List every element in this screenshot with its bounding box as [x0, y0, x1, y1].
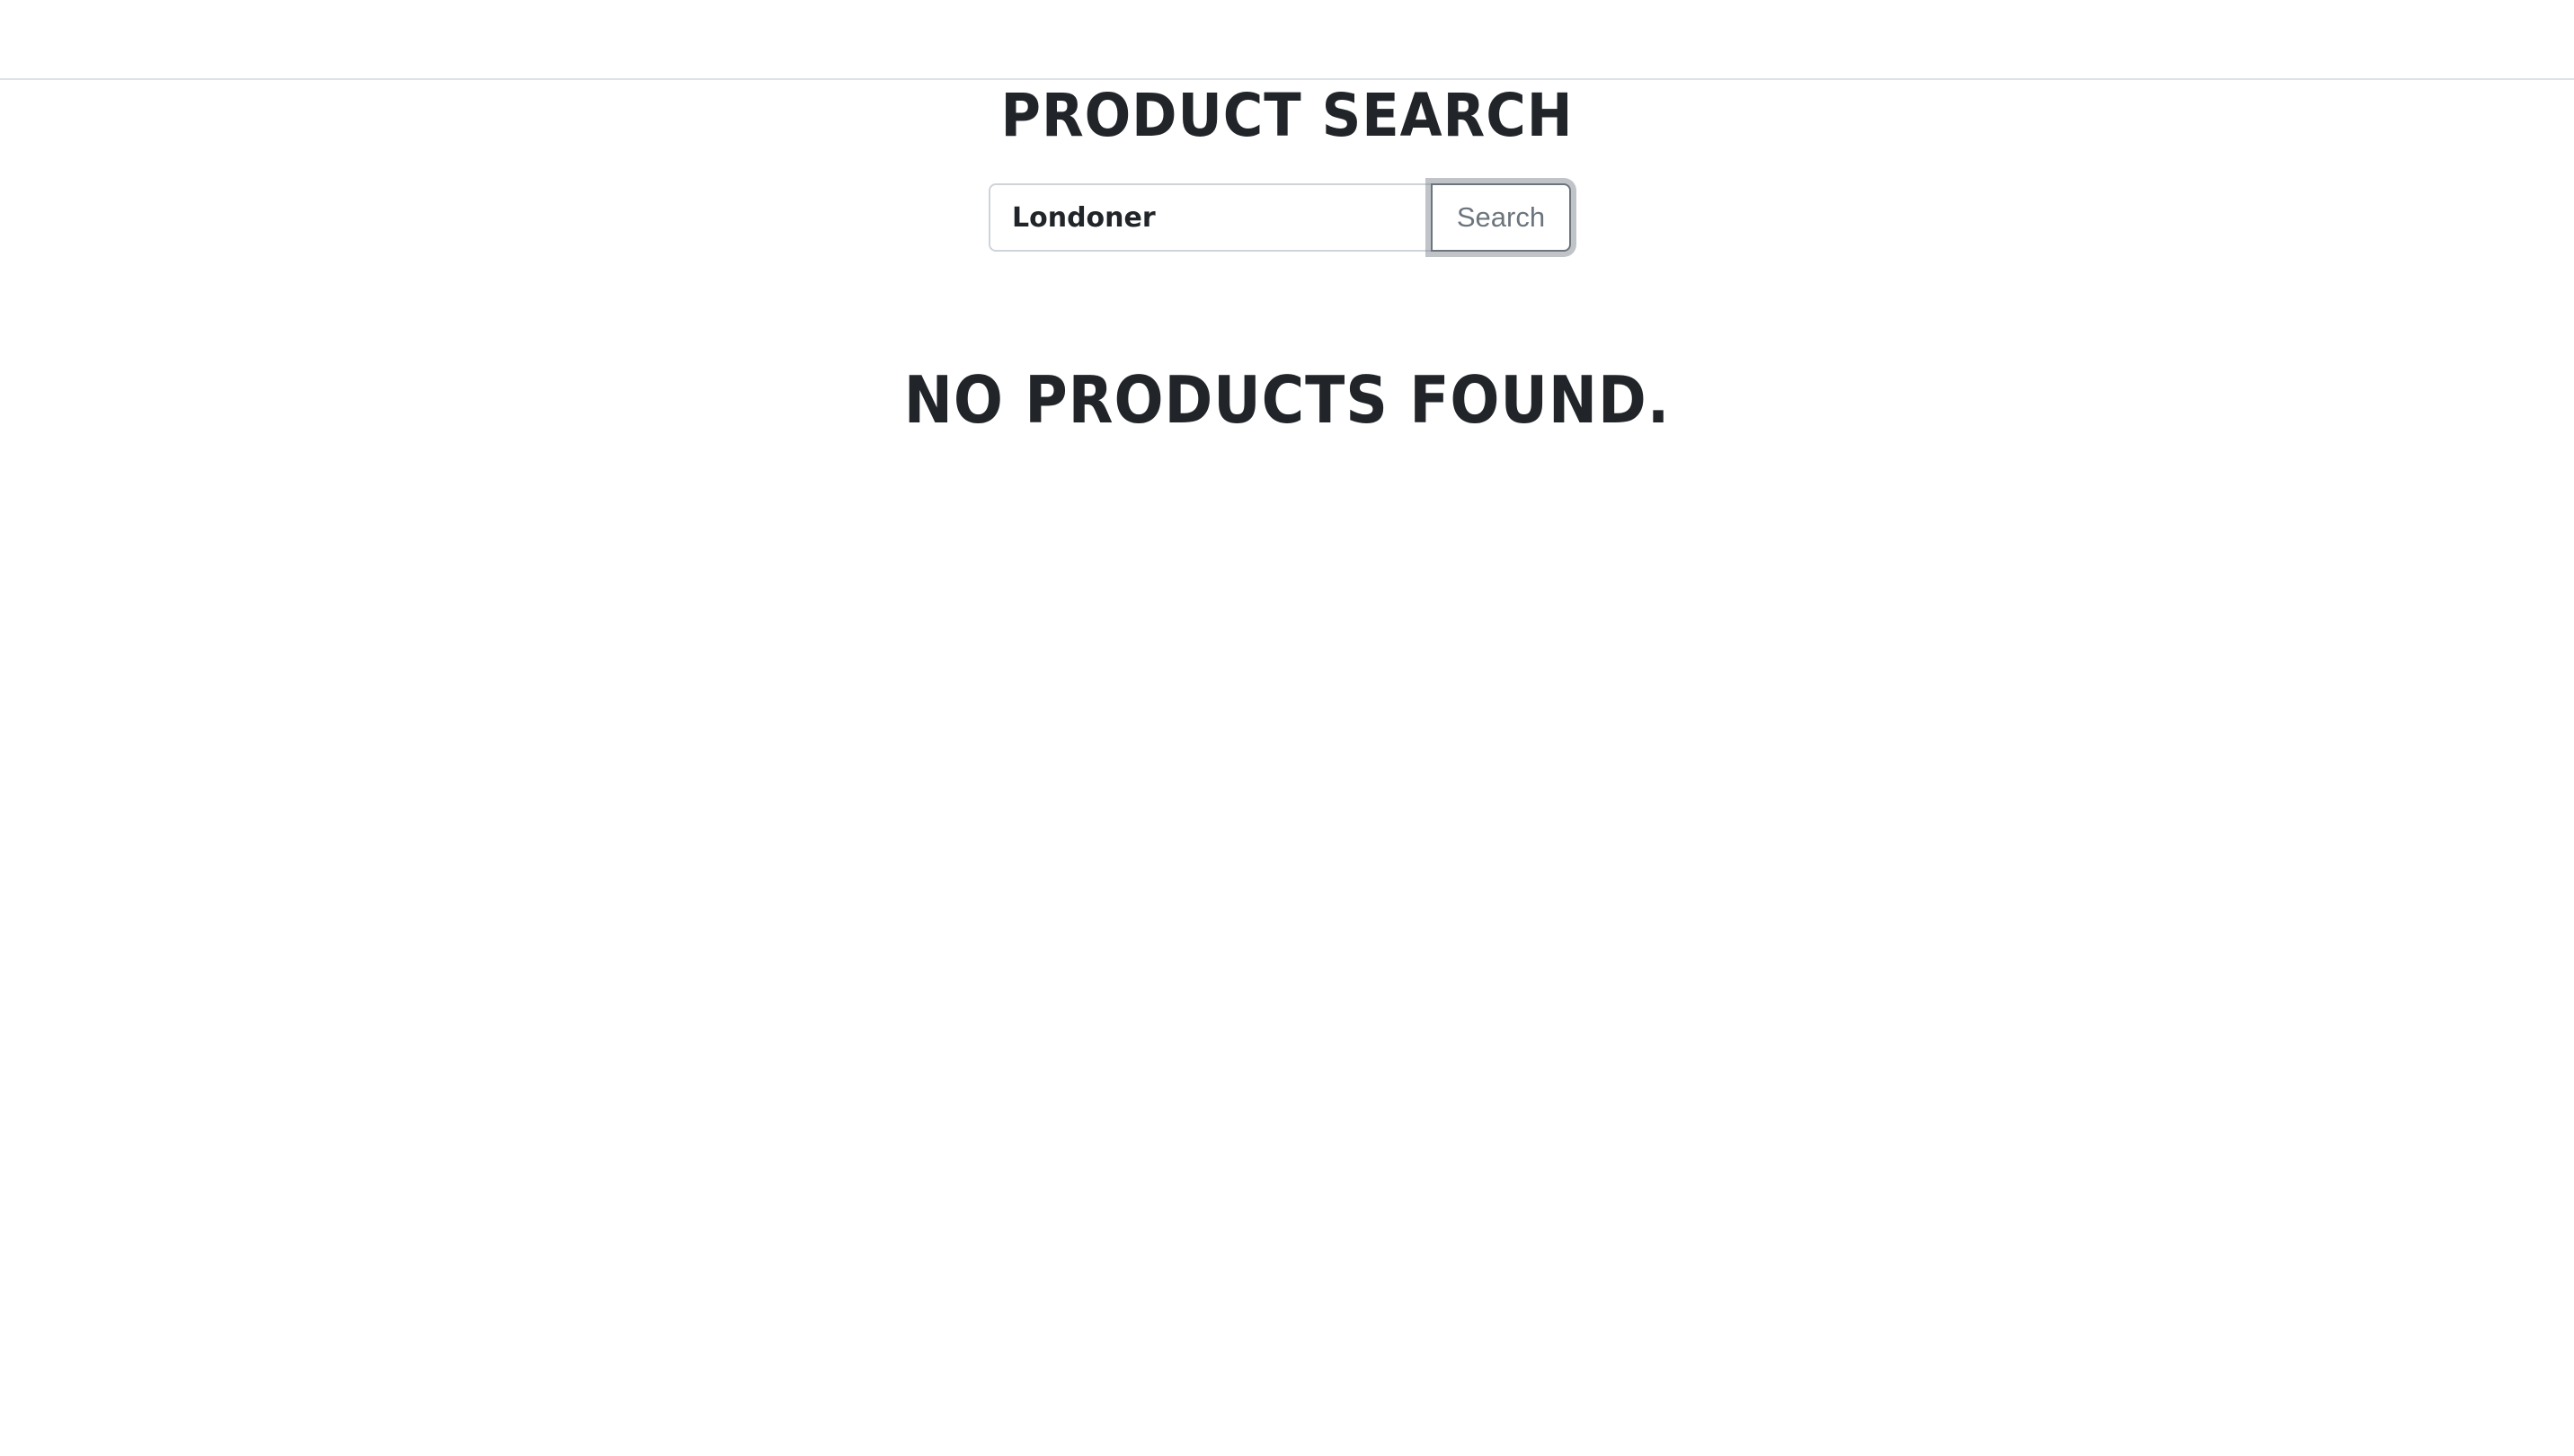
search-button[interactable]: Search [1431, 183, 1571, 252]
search-form: Search [989, 183, 1571, 252]
top-navbar [0, 0, 2574, 80]
no-results-message: No products found. [903, 362, 1671, 438]
search-input[interactable] [989, 183, 1431, 252]
page-title: Product Search [1000, 81, 1574, 150]
